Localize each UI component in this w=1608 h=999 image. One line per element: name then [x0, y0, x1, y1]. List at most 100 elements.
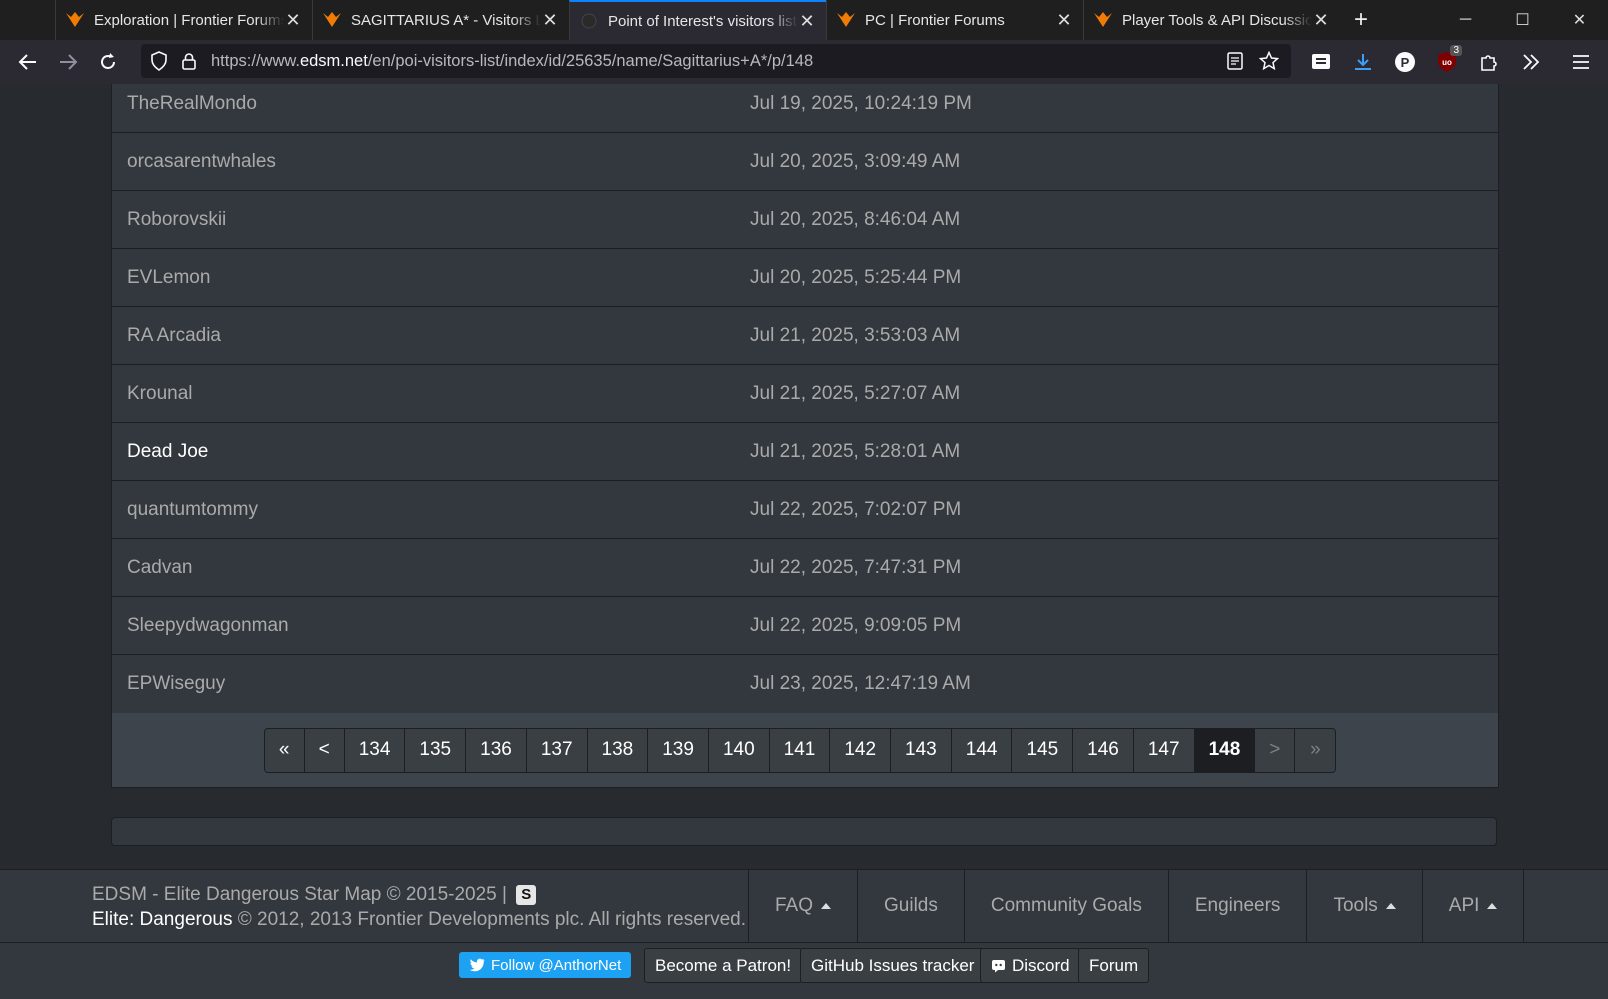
url-host: edsm.net	[299, 51, 368, 70]
visitor-name[interactable]: Sleepydwagonman	[112, 615, 750, 637]
elite-dangerous-link[interactable]: Elite: Dangerous	[92, 909, 232, 930]
forward-button[interactable]	[48, 42, 88, 82]
visitor-name[interactable]: orcasarentwhales	[112, 151, 750, 173]
twitter-follow-button[interactable]: Follow @AnthorNet	[459, 952, 632, 978]
elite-icon	[64, 9, 86, 31]
github-issues-button[interactable]: GitHub Issues tracker	[800, 948, 986, 983]
tracking-shield-icon[interactable]	[147, 49, 171, 73]
footer-engineers-label: Engineers	[1194, 895, 1281, 916]
download-icon[interactable]	[1342, 42, 1384, 82]
discord-button[interactable]: Discord	[980, 948, 1081, 983]
visitor-name[interactable]: EPWiseguy	[112, 673, 750, 695]
ublock-icon[interactable]: uo 3	[1426, 42, 1468, 82]
reload-button[interactable]	[88, 42, 128, 82]
extensions-puzzle-icon[interactable]	[1468, 42, 1510, 82]
footer-engineers[interactable]: Engineers	[1167, 870, 1307, 942]
page-button[interactable]: 141	[769, 728, 831, 772]
visit-date: Jul 21, 2025, 5:28:01 AM	[750, 440, 961, 462]
url-actions	[1223, 49, 1281, 73]
bookmark-star-icon[interactable]	[1257, 49, 1281, 73]
elite-icon	[835, 9, 857, 31]
url-text[interactable]: https://www.edsm.net/en/poi-visitors-lis…	[211, 52, 813, 71]
table-row: Roborovskii Jul 20, 2025, 8:46:04 AM	[112, 191, 1498, 249]
maximize-icon[interactable]: ☐	[1494, 0, 1551, 40]
pagination-bar: « < 134 135 136 137 138 139 140 141 142 …	[112, 713, 1498, 787]
close-tab-icon[interactable]: ✕	[541, 10, 559, 31]
edsm-icon	[578, 10, 600, 32]
reader-view-icon[interactable]	[1223, 49, 1247, 73]
visitor-name[interactable]: quantumtommy	[112, 499, 750, 521]
window-controls: ─ ☐ ✕	[1437, 0, 1608, 40]
visit-date: Jul 19, 2025, 10:24:19 PM	[750, 92, 972, 114]
page-button[interactable]: 136	[466, 728, 527, 772]
close-tab-icon[interactable]: ✕	[1055, 10, 1073, 31]
table-row: Sleepydwagonman Jul 22, 2025, 9:09:05 PM	[112, 597, 1498, 655]
footer-community-goals[interactable]: Community Goals	[963, 870, 1168, 942]
forum-button[interactable]: Forum	[1078, 948, 1150, 983]
visitor-name[interactable]: EVLemon	[112, 267, 750, 289]
minimize-icon[interactable]: ─	[1437, 0, 1494, 40]
tab-player-tools[interactable]: Player Tools & API Discussions ✕	[1083, 0, 1340, 40]
page-button[interactable]: 135	[405, 728, 467, 772]
discord-icon	[992, 959, 1005, 972]
visit-date: Jul 23, 2025, 12:47:19 AM	[750, 673, 971, 694]
footer-guilds[interactable]: Guilds	[857, 870, 964, 942]
page-button[interactable]: 144	[951, 728, 1013, 772]
copyright-line-2: Elite: Dangerous © 2012, 2013 Frontier D…	[92, 907, 746, 932]
page-button[interactable]: 143	[891, 728, 952, 772]
page-button[interactable]: 139	[648, 728, 709, 772]
profile-p-icon[interactable]: P	[1384, 42, 1426, 82]
close-tab-icon[interactable]: ✕	[798, 11, 816, 32]
page-button[interactable]: 142	[830, 728, 892, 772]
close-window-icon[interactable]: ✕	[1551, 0, 1608, 40]
footer-tools[interactable]: Tools	[1306, 870, 1421, 942]
table-row: TheRealMondo Jul 19, 2025, 10:24:19 PM	[112, 84, 1498, 133]
footer-api[interactable]: API	[1421, 870, 1525, 942]
pocket-icon[interactable]	[1300, 42, 1342, 82]
visitor-name[interactable]: RA Arcadia	[112, 325, 750, 347]
first-page-button[interactable]: «	[264, 728, 305, 772]
visitor-name[interactable]: Cadvan	[112, 557, 750, 579]
table-row: Dead Joe Jul 21, 2025, 5:28:01 AM	[112, 423, 1498, 481]
visitor-name[interactable]: Krounal	[112, 383, 750, 405]
reload-icon	[101, 53, 115, 69]
address-bar[interactable]: https://www.edsm.net/en/poi-visitors-lis…	[141, 44, 1291, 78]
current-page-button[interactable]: 148	[1194, 728, 1256, 772]
tab-title: Player Tools & API Discussions	[1122, 11, 1312, 29]
tab-title: SAGITTARIUS A* - Visitors List	[351, 11, 541, 29]
page-button[interactable]: 138	[587, 728, 649, 772]
page-button[interactable]: 140	[708, 728, 770, 772]
patreon-button[interactable]: Become a Patron!	[644, 948, 803, 983]
copyright-frontier: © 2012, 2013 Frontier Developments plc. …	[237, 909, 746, 930]
tab-title: PC | Frontier Forums	[865, 11, 1005, 29]
lock-icon[interactable]	[177, 49, 201, 73]
visitor-name[interactable]: Roborovskii	[112, 209, 750, 231]
page-button[interactable]: 146	[1073, 728, 1134, 772]
page-button[interactable]: 137	[526, 728, 588, 772]
new-tab-button[interactable]: +	[1340, 0, 1382, 40]
visitor-name[interactable]: Dead Joe	[112, 441, 750, 463]
tab-exploration[interactable]: Exploration | Frontier Forums ✕	[55, 0, 312, 40]
footer-faq[interactable]: FAQ	[748, 870, 857, 942]
copyright-edsm: EDSM - Elite Dangerous Star Map © 2015-2…	[92, 884, 507, 905]
page-button[interactable]: 147	[1133, 728, 1195, 772]
tab-sagittarius[interactable]: SAGITTARIUS A* - Visitors List ✕	[312, 0, 569, 40]
visit-date: Jul 22, 2025, 7:47:31 PM	[750, 556, 962, 578]
url-prefix: https://www.	[211, 51, 300, 70]
page-button[interactable]: 134	[344, 728, 406, 772]
back-button[interactable]	[8, 42, 48, 82]
close-tab-icon[interactable]: ✕	[284, 10, 302, 31]
more-tools-chevron-icon[interactable]	[1510, 42, 1552, 82]
visit-date: Jul 20, 2025, 3:09:49 AM	[750, 150, 961, 172]
tab-pc-forums[interactable]: PC | Frontier Forums ✕	[826, 0, 1083, 40]
hamburger-menu-icon[interactable]	[1560, 42, 1602, 82]
visit-date: Jul 21, 2025, 3:53:03 AM	[750, 324, 961, 346]
table-row: Cadvan Jul 22, 2025, 7:47:31 PM	[112, 539, 1498, 597]
prev-page-button[interactable]: <	[304, 728, 345, 772]
tab-poi-visitors[interactable]: Point of Interest's visitors list ✕	[569, 0, 826, 40]
s-badge-icon[interactable]: S	[516, 884, 537, 905]
visitor-name[interactable]: TheRealMondo	[112, 93, 750, 115]
close-tab-icon[interactable]: ✕	[1312, 10, 1330, 31]
elite-icon	[321, 9, 343, 31]
page-button[interactable]: 145	[1012, 728, 1074, 772]
